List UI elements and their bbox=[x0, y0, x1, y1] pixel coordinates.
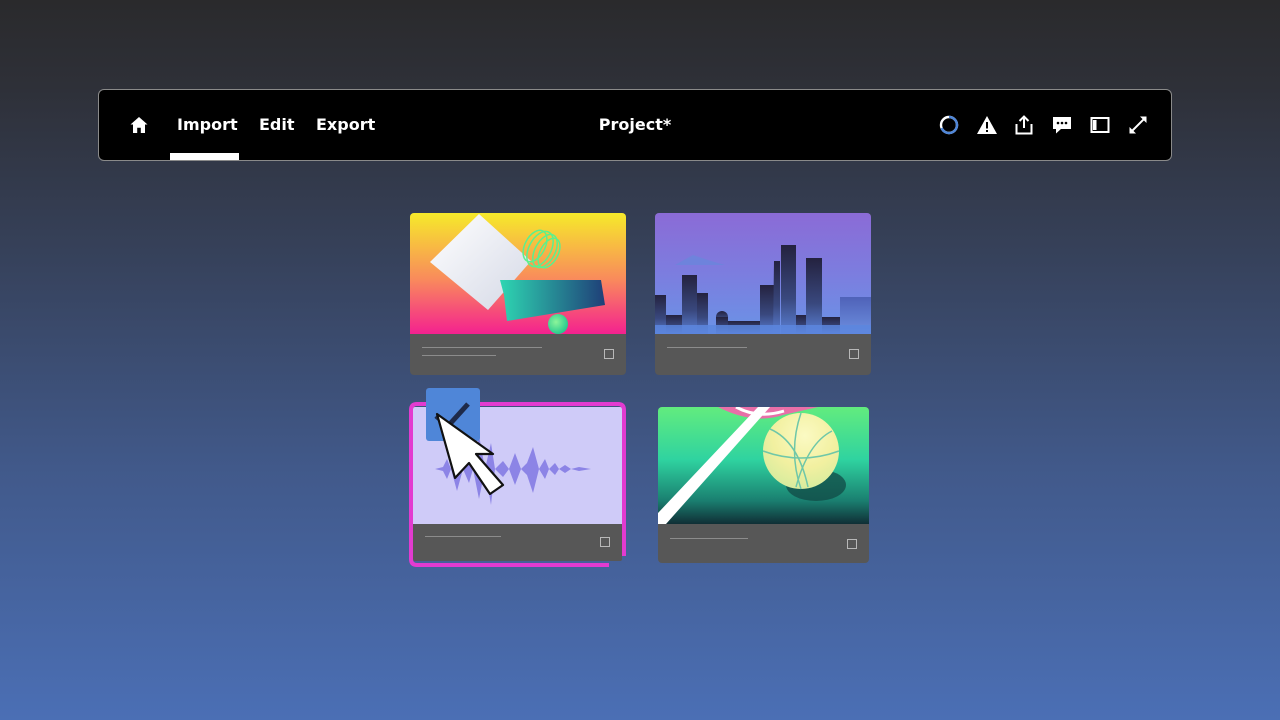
media-card-city[interactable] bbox=[655, 213, 871, 375]
home-icon[interactable] bbox=[129, 115, 149, 135]
sync-status-icon[interactable] bbox=[938, 114, 960, 136]
panel-toggle-icon[interactable] bbox=[1089, 114, 1111, 136]
tab-export[interactable]: Export bbox=[316, 114, 375, 136]
card-select-checkbox[interactable] bbox=[604, 349, 614, 359]
tab-import[interactable]: Import bbox=[177, 114, 238, 136]
media-card-basketball[interactable] bbox=[658, 407, 869, 563]
subtitle-placeholder-line bbox=[422, 355, 496, 356]
card-info bbox=[658, 524, 869, 563]
card-select-checkbox[interactable] bbox=[847, 539, 857, 549]
thumbnail-basketball-court bbox=[658, 407, 869, 524]
mouse-cursor-icon bbox=[435, 412, 505, 495]
fullscreen-icon[interactable] bbox=[1127, 114, 1149, 136]
alert-icon[interactable] bbox=[976, 114, 998, 136]
share-icon[interactable] bbox=[1013, 114, 1035, 136]
top-navigation-bar: Import Edit Export Project* bbox=[98, 89, 1172, 161]
comments-icon[interactable] bbox=[1051, 114, 1073, 136]
title-placeholder-line bbox=[667, 347, 747, 348]
title-placeholder-line bbox=[422, 347, 542, 348]
thumbnail-city-skyline bbox=[655, 213, 871, 334]
card-info bbox=[410, 334, 626, 375]
media-card-abstract[interactable] bbox=[410, 213, 626, 375]
card-select-checkbox[interactable] bbox=[849, 349, 859, 359]
active-tab-indicator bbox=[170, 153, 239, 160]
thumbnail-abstract-shapes bbox=[410, 213, 626, 334]
title-placeholder-line bbox=[670, 538, 748, 539]
card-info bbox=[655, 334, 871, 375]
tab-edit[interactable]: Edit bbox=[259, 114, 295, 136]
